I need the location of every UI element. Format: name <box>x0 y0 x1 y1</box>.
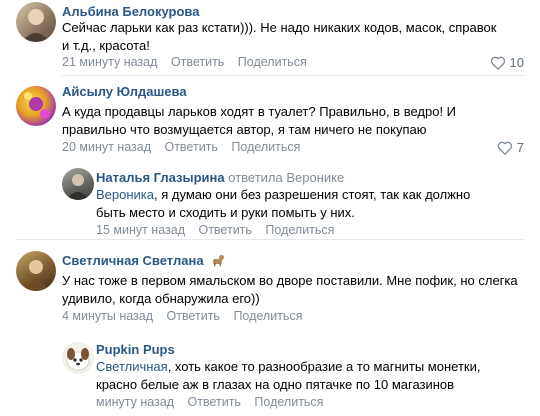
comment-author: Наталья Глазырина ответила Веронике <box>96 170 344 185</box>
comment-time[interactable]: 4 минуты назад <box>62 309 153 323</box>
comment-text: Вероника, я думаю они без разрешения сто… <box>96 187 471 220</box>
comment-meta: 20 минут назад Ответить Поделиться <box>62 140 310 154</box>
comment-meta: минуту назад Ответить Поделиться <box>96 395 333 409</box>
author-name[interactable]: Светличная Светлана <box>62 253 204 268</box>
comment-author[interactable]: Pupkin Pups <box>96 342 175 357</box>
comment: Айсылу Юлдашева А куда продавцы ларьков … <box>0 80 540 160</box>
heart-outline-icon <box>497 141 512 156</box>
avatar-photo <box>24 92 50 119</box>
comment-author[interactable]: Альбина Белокурова <box>62 4 199 19</box>
avatar[interactable] <box>62 342 94 374</box>
comment-meta: 21 минуту назад Ответить Поделиться <box>62 55 317 69</box>
like-count: 10 <box>509 55 524 70</box>
like-count: 7 <box>516 140 524 155</box>
heart-outline-icon <box>490 56 505 71</box>
share-button[interactable]: Поделиться <box>238 55 307 69</box>
comment-time[interactable]: 20 минут назад <box>62 140 151 154</box>
avatar[interactable] <box>62 168 94 200</box>
avatar-photo <box>66 174 90 200</box>
avatar-photo <box>22 9 50 42</box>
share-button[interactable]: Поделиться <box>265 223 334 237</box>
reply-button[interactable]: Ответить <box>198 223 251 237</box>
reply-button[interactable]: Ответить <box>171 55 224 69</box>
like-button[interactable]: 7 <box>497 140 524 156</box>
reply-button[interactable]: Ответить <box>164 140 217 154</box>
avatar-photo <box>66 348 90 371</box>
reply-button[interactable]: Ответить <box>167 309 220 323</box>
reply-to-label[interactable]: ответила Веронике <box>228 170 344 185</box>
reply-button[interactable]: Ответить <box>188 395 241 409</box>
comment-text: А куда продавцы ларьков ходят в туалет? … <box>62 104 457 137</box>
comment-text: Светличная, хоть какое то разнообразие а… <box>96 359 481 392</box>
reply-comment: Наталья Глазырина ответила Веронике Веро… <box>0 160 540 240</box>
comment-author[interactable]: Айсылу Юлдашева <box>62 84 187 99</box>
share-button[interactable]: Поделиться <box>254 395 323 409</box>
mention-link[interactable]: Вероника <box>96 187 154 202</box>
comment-text: У нас тоже в первом ямальском во дворе п… <box>62 273 518 306</box>
dog-icon <box>211 253 225 270</box>
avatar[interactable] <box>16 86 56 126</box>
comment-meta: 4 минуты назад Ответить Поделиться <box>62 309 312 323</box>
comment-text: Сейчас ларьки как раз кстати))). Не надо… <box>62 20 497 53</box>
reply-comment: Pupkin Pups Светличная, хоть какое то ра… <box>0 328 540 416</box>
comment-time[interactable]: минуту назад <box>96 395 174 409</box>
share-button[interactable]: Поделиться <box>231 140 300 154</box>
avatar[interactable] <box>16 251 56 291</box>
comment-time[interactable]: 15 минут назад <box>96 223 185 237</box>
mention-link[interactable]: Светличная <box>96 359 168 374</box>
like-button[interactable]: 10 <box>490 55 524 71</box>
comment-time[interactable]: 21 минуту назад <box>62 55 157 69</box>
comment-meta: 15 минут назад Ответить Поделиться <box>96 223 344 237</box>
divider <box>62 75 524 76</box>
avatar-photo <box>22 260 50 291</box>
comment: Альбина Белокурова Сейчас ларьки как раз… <box>0 0 540 76</box>
comment-author: Светличная Светлана <box>62 253 225 270</box>
avatar[interactable] <box>16 2 56 42</box>
author-name[interactable]: Наталья Глазырина <box>96 170 225 185</box>
share-button[interactable]: Поделиться <box>233 309 302 323</box>
comment: Светличная Светлана У нас тоже в первом … <box>0 240 540 328</box>
